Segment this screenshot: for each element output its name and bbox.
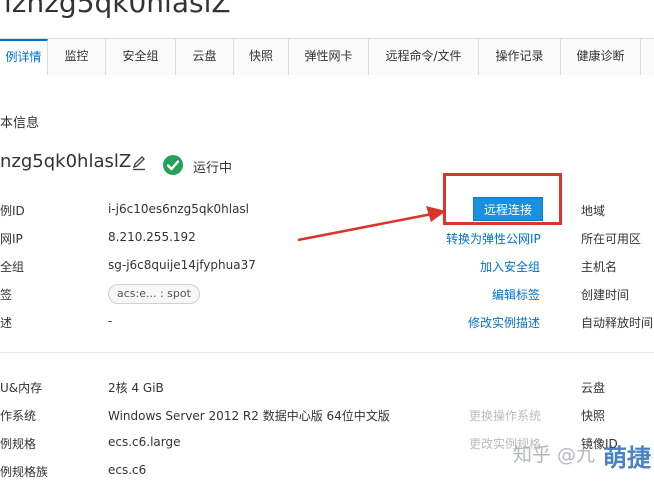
label-region: 地域 xyxy=(581,204,606,218)
tab-cloud-disk[interactable]: 云盘 xyxy=(176,39,234,75)
tab-remote-command[interactable]: 远程命令/文件 xyxy=(369,39,479,75)
label-hostname: 主机名 xyxy=(581,260,618,274)
label-zone: 所在可用区 xyxy=(581,232,642,246)
label-created-time: 创建时间 xyxy=(581,288,630,302)
change-os-link[interactable]: 更换操作系统 xyxy=(469,407,541,424)
value-instance-family: ecs.c6 xyxy=(108,463,147,477)
watermark-logo: 萌捷 xyxy=(603,444,651,472)
value-public-ip: 8.210.255.192 xyxy=(108,230,196,244)
label-instance-id: 例ID xyxy=(0,204,25,218)
status-text: 运行中 xyxy=(193,161,233,176)
value-instance-type: ecs.c6.large xyxy=(108,435,181,449)
value-description: - xyxy=(108,314,113,328)
convert-eip-link[interactable]: 转换为弹性公网IP xyxy=(446,230,541,247)
tab-elastic-nic[interactable]: 弹性网卡 xyxy=(289,39,369,75)
edit-description-link[interactable]: 修改实例描述 xyxy=(468,314,540,331)
tab-operation-log[interactable]: 操作记录 xyxy=(479,39,561,75)
label-description: 述 xyxy=(0,316,13,330)
section-title-basic-info: 本信息 xyxy=(0,116,40,131)
tab-health-diagnosis[interactable]: 健康诊断 xyxy=(561,39,641,75)
edit-tags-link[interactable]: 编辑标签 xyxy=(492,286,540,303)
tag-pill[interactable]: acs:e... : spot xyxy=(108,284,200,304)
label-snapshot: 快照 xyxy=(581,409,606,423)
tab-bar: 例详情 监控 安全组 云盘 快照 弹性网卡 远程命令/文件 操作记录 健康诊断 xyxy=(0,38,654,75)
label-instance-type: 例规格 xyxy=(0,437,37,451)
value-security-group: sg-j6c8quije14jfyphua37 xyxy=(108,258,256,272)
edit-icon[interactable] xyxy=(131,155,147,171)
arrow-annotation xyxy=(297,206,446,242)
tab-snapshot[interactable]: 快照 xyxy=(234,39,289,75)
label-os: 作系统 xyxy=(0,409,37,423)
value-instance-id: i-j6c10es6nzg5qk0hlasl xyxy=(108,202,250,216)
value-cpu-memory: 2核 4 GiB xyxy=(108,381,164,395)
tab-instance-details[interactable]: 例详情 xyxy=(0,39,48,75)
section-divider xyxy=(0,352,654,353)
value-os: Windows Server 2012 R2 数据中心版 64位中文版 xyxy=(108,409,390,423)
label-security-group: 全组 xyxy=(0,260,25,274)
watermark-text: 知乎 @九 xyxy=(513,444,596,466)
join-security-group-link[interactable]: 加入安全组 xyxy=(480,258,540,275)
highlight-box xyxy=(443,173,562,225)
tab-security-group[interactable]: 安全组 xyxy=(106,39,176,75)
label-tags: 签 xyxy=(0,288,13,302)
running-status-icon xyxy=(163,155,183,175)
tab-monitoring[interactable]: 监控 xyxy=(48,39,106,75)
page-title: iznzg5qk0hlaslZ xyxy=(4,0,231,19)
label-cloud-disk: 云盘 xyxy=(581,381,606,395)
instance-name: nzg5qk0hlaslZ xyxy=(0,151,132,172)
tab-more[interactable] xyxy=(641,39,654,75)
label-cpu-memory: U&内存 xyxy=(0,381,43,395)
label-auto-release-time: 自动释放时间 xyxy=(581,316,654,330)
label-public-ip: 网IP xyxy=(0,232,23,246)
label-instance-family: 例规格族 xyxy=(0,465,49,479)
